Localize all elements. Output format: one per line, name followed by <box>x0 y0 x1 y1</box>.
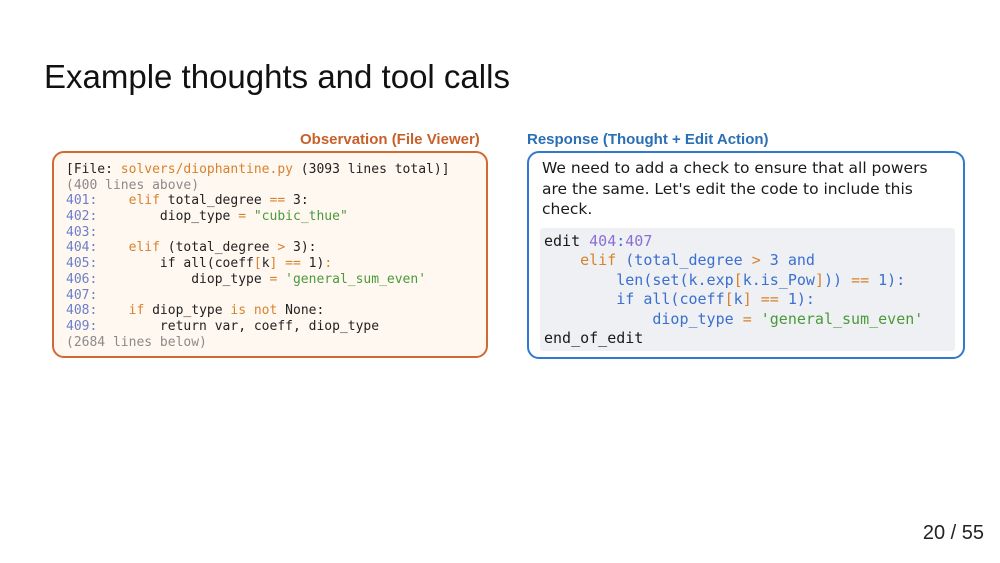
code-token: ] <box>742 290 752 308</box>
file-path: solvers/diophantine.py <box>120 162 293 177</box>
code-line: 405: if all(coeff[k] == 1): <box>66 256 486 272</box>
line-number: 403: <box>66 224 98 240</box>
code-line: 407: <box>66 288 486 304</box>
line-number: 402: <box>66 209 98 225</box>
edit-code-line: diop_type = 'general_sum_even' <box>544 310 955 330</box>
code-token: elif <box>128 193 160 209</box>
line-number: 405: <box>66 256 98 272</box>
response-panel: We need to add a check to ensure that al… <box>527 151 965 359</box>
code-token: elif <box>128 240 160 256</box>
edit-code-line: len(set(k.exp[k.is_Pow])) == 1): <box>544 271 955 291</box>
code-line: 408: if diop_type is not None: <box>66 303 486 319</box>
line-number: 407: <box>66 287 98 303</box>
edit-code-line: end_of_edit <box>544 329 955 349</box>
edit-code-line: elif (total_degree > 3 and <box>544 251 955 271</box>
code-token: )) <box>823 270 852 289</box>
code-token: "cubic_thue" <box>253 209 348 225</box>
code-token: total_degree <box>159 193 270 209</box>
code-token: 1): <box>869 270 906 289</box>
code-token: ] <box>814 270 824 289</box>
code-token: 3: <box>285 193 309 209</box>
code-token: 3): <box>285 240 317 256</box>
code-token: if all(coeff <box>97 256 254 272</box>
code-token: 'general_sum_even' <box>285 271 427 287</box>
code-line: 406: diop_type = 'general_sum_even' <box>66 272 486 288</box>
code-token: k <box>261 256 270 272</box>
code-token: (total_degree <box>616 251 752 269</box>
response-caption: Response (Thought + Edit Action) <box>527 131 769 148</box>
code-token: None: <box>277 303 325 319</box>
code-token: end_of_edit <box>544 329 644 347</box>
code-token: 407 <box>625 231 653 250</box>
code-token: 404 <box>589 231 617 250</box>
code-line: 403: <box>66 225 486 241</box>
line-number: 408: <box>66 303 98 319</box>
code-token: : <box>616 231 626 250</box>
code-token: k <box>733 290 743 308</box>
code-token: elif <box>580 251 617 269</box>
code-token: 3 and <box>760 251 815 269</box>
file-suffix: (3093 lines total)] <box>292 162 450 177</box>
file-header: [File: solvers/diophantine.py (3093 line… <box>66 162 486 178</box>
code-token: == <box>760 290 779 308</box>
edit-code-line: edit 404:407 <box>544 232 955 252</box>
code-token: len(set(k.exp <box>544 270 734 289</box>
code-token: if <box>128 303 145 319</box>
code-token: [ <box>733 270 743 289</box>
code-token: diop_type <box>97 209 239 225</box>
code-token: diop_type <box>144 303 231 319</box>
file-code-lines: 401: elif total_degree == 3: 402: diop_ty… <box>66 193 486 334</box>
code-token: if all(coeff <box>544 290 725 308</box>
file-prefix: [File: <box>66 162 121 177</box>
edit-code-line: if all(coeff[k] == 1): <box>544 290 955 310</box>
code-token: 'general_sum_even' <box>760 309 924 328</box>
code-token: == <box>285 256 301 272</box>
code-line: 409: return var, coeff, diop_type <box>66 319 486 335</box>
code-line: 404: elif (total_degree > 3): <box>66 240 486 256</box>
code-token: : <box>324 256 333 272</box>
code-token: [ <box>253 256 262 272</box>
code-token: = <box>238 209 247 225</box>
lines-above-note: (400 lines above) <box>66 177 200 193</box>
thought-text: We need to add a check to ensure that al… <box>542 159 928 218</box>
edit-action-block: edit 404:407 elif (total_degree > 3 and … <box>540 227 955 351</box>
line-number: 409: <box>66 318 98 334</box>
code-token: return var, coeff, diop_type <box>97 318 380 334</box>
line-number: 404: <box>66 240 98 256</box>
code-token: diop_type <box>544 309 743 328</box>
code-line: 402: diop_type = "cubic_thue" <box>66 209 486 225</box>
code-token: [ <box>724 290 734 308</box>
line-number: 406: <box>66 271 98 287</box>
code-token: is not <box>230 303 278 319</box>
slide-title: Example thoughts and tool calls <box>44 58 510 95</box>
code-token: = <box>742 309 752 328</box>
code-token: > <box>751 251 761 269</box>
code-line: 401: elif total_degree == 3: <box>66 193 486 209</box>
observation-caption: Observation (File Viewer) <box>300 131 480 148</box>
code-token: > <box>277 240 286 256</box>
code-token: == <box>269 193 286 209</box>
line-number: 401: <box>66 193 98 209</box>
code-token: edit <box>544 231 590 250</box>
code-token: == <box>851 270 870 289</box>
observation-panel: [File: solvers/diophantine.py (3093 line… <box>52 151 488 358</box>
lines-below-note: (2684 lines below) <box>66 334 207 350</box>
code-token: 1): <box>778 290 815 308</box>
code-token: 1) <box>300 256 325 272</box>
code-token: diop_type <box>97 271 270 287</box>
page-number: 20 / 55 <box>922 522 984 544</box>
code-token: k.is_Pow <box>742 270 815 289</box>
code-token: (total_degree <box>159 240 278 256</box>
